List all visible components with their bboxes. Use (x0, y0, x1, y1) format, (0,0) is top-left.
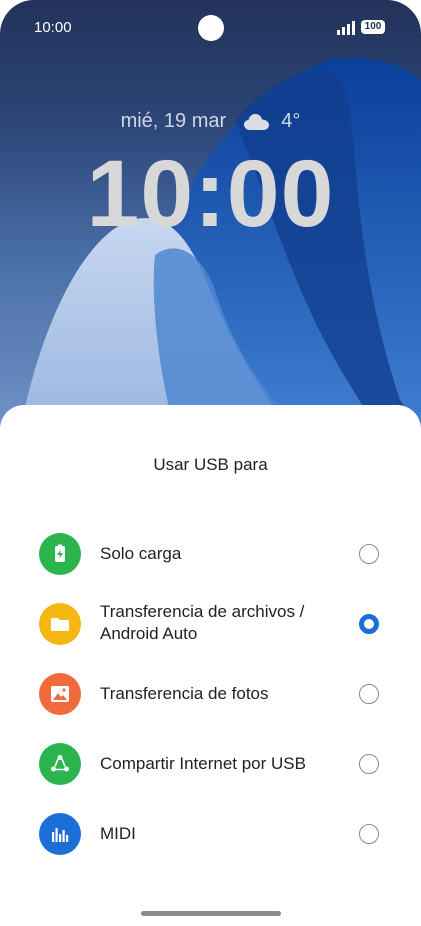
home-indicator[interactable] (141, 911, 281, 916)
share-icon (39, 743, 81, 785)
radio-button[interactable] (359, 544, 379, 564)
dialog-title: Usar USB para (153, 455, 268, 474)
option-midi[interactable]: MIDI (0, 813, 421, 855)
radio-button-selected[interactable] (359, 614, 379, 634)
option-compartir-internet[interactable]: Compartir Internet por USB (0, 743, 421, 785)
signal-icon (337, 21, 355, 35)
midi-icon (39, 813, 81, 855)
lockscreen-date: mié, 19 mar 4° (0, 110, 421, 133)
status-time: 10:00 (34, 19, 72, 36)
option-solo-carga[interactable]: Solo carga (0, 533, 421, 575)
cloud-icon (243, 113, 269, 130)
image-icon (39, 673, 81, 715)
option-label: Solo carga (100, 544, 182, 563)
lockscreen-clock: 10:00 (86, 141, 335, 247)
battery-icon: 100 (361, 20, 385, 34)
status-bar: 10:00 100 (0, 0, 421, 56)
option-label: Transferencia de fotos (100, 684, 269, 703)
front-camera (198, 15, 224, 41)
option-label: Transferencia de archivos / Android Auto (100, 602, 305, 643)
option-transferencia-archivos[interactable]: Transferencia de archivos / Android Auto (0, 602, 421, 645)
option-transferencia-fotos[interactable]: Transferencia de fotos (0, 673, 421, 715)
radio-button[interactable] (359, 754, 379, 774)
radio-button[interactable] (359, 684, 379, 704)
radio-button[interactable] (359, 824, 379, 844)
temperature-text: 4° (281, 110, 301, 132)
option-label: Compartir Internet por USB (100, 754, 306, 773)
date-text: mié, 19 mar (120, 110, 227, 132)
option-label: MIDI (100, 824, 136, 843)
folder-icon (39, 603, 81, 645)
battery-charging-icon (39, 533, 81, 575)
